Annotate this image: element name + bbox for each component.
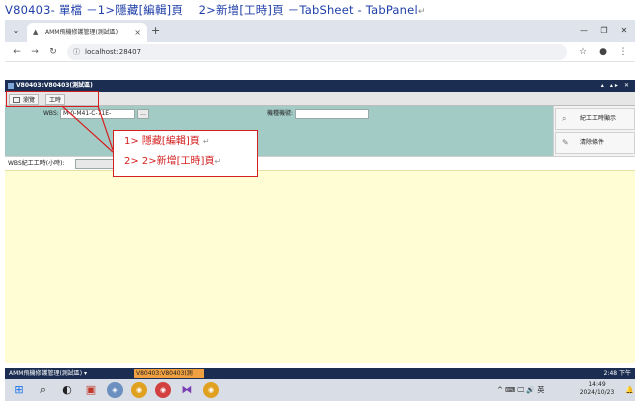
show-hours-button[interactable]: ⌕ 紀工工時顯示	[555, 108, 635, 130]
wbs-label: WBS:	[43, 110, 59, 117]
app-window-controls[interactable]: ▴ ▴▸ ✕	[601, 80, 631, 92]
eraser-icon: ✎	[562, 138, 569, 147]
browser-tab-strip: ⌄ ▲ AMM飛機修護管理(測試區) × + — ❐ ✕	[5, 20, 635, 42]
document-title-text: V80403- 單檔 －1>隱藏[編輯]頁 2>新增[工時]頁 －TabShee…	[5, 3, 418, 17]
browser-toolbar: ← → ↻ ⓘ localhost:28407 ☆ ● ⋮	[5, 42, 635, 62]
hours-summary-bar: WBS紀工工時(小時):	[5, 156, 635, 170]
callout-mark-1: ↵	[202, 137, 210, 146]
window-close-button[interactable]: ✕	[617, 24, 631, 38]
document-title: V80403- 單檔 －1>隱藏[編輯]頁 2>新增[工時]頁 －TabShee…	[5, 2, 635, 18]
taskbar-clock[interactable]: 14:49 2024/10/23	[575, 381, 619, 397]
aircraft-input[interactable]	[295, 109, 369, 119]
chrome-active-icon[interactable]: ◉	[203, 382, 219, 398]
new-tab-button[interactable]: +	[151, 24, 160, 38]
clock-time: 14:49	[588, 381, 606, 388]
app-window-title: V80403:V80403(測試區)	[16, 82, 93, 89]
callout-line-2-text: 2> 2>新增[工時]頁	[124, 156, 215, 167]
tool-app-icon[interactable]: ◈	[107, 382, 123, 398]
action-panel: ⌕ 紀工工時顯示 ✎ 清除條件	[553, 106, 635, 156]
aircraft-label: 機種機號:	[267, 110, 294, 117]
app-status-bar: AMM飛機修護管理(測試區) ▾ V80403:V80403(測 2:48 下午	[5, 368, 635, 379]
forward-arrow-icon[interactable]: →	[29, 45, 41, 59]
address-bar[interactable]: ⓘ localhost:28407	[67, 44, 567, 60]
tab-close-icon[interactable]: ×	[134, 23, 141, 42]
app-window-title-bar: V80403:V80403(測試區) ▴ ▴▸ ✕	[5, 80, 635, 92]
address-text: localhost:28407	[85, 48, 142, 56]
profile-icon[interactable]: ●	[597, 45, 609, 59]
reload-icon[interactable]: ↻	[47, 45, 59, 59]
window-maximize-button[interactable]: ❐	[597, 24, 611, 38]
notification-bell-icon[interactable]: 🔔	[625, 385, 634, 395]
visual-studio-icon[interactable]: ⧓	[179, 382, 195, 398]
search-icon[interactable]: ⌕	[35, 382, 51, 398]
browser-menu-icon[interactable]: ⋮	[617, 45, 629, 59]
callout-mark-2: ↵	[214, 157, 222, 166]
bookmark-star-icon[interactable]: ☆	[577, 45, 589, 59]
chrome-icon[interactable]: ◉	[131, 382, 147, 398]
clear-conditions-label: 清除條件	[580, 139, 605, 146]
wbs-hours-label: WBS紀工工時(小時):	[8, 160, 65, 167]
tabsheet: 瀏覽 工時	[5, 92, 635, 106]
site-info-icon[interactable]: ⓘ	[73, 44, 80, 60]
wbs-input[interactable]: M-0-M41-C-71E-	[60, 109, 135, 119]
app-start-menu[interactable]: AMM飛機修護管理(測試區) ▾	[9, 368, 87, 379]
store-icon[interactable]: ▣	[83, 382, 99, 398]
back-arrow-icon[interactable]: ←	[11, 45, 23, 59]
tab-highlight-box	[6, 91, 99, 107]
show-hours-label: 紀工工時顯示	[580, 115, 617, 122]
data-grid[interactable]	[5, 170, 635, 363]
favicon-icon: ▲	[33, 28, 39, 36]
app-window-icon	[8, 83, 14, 89]
callout-line-1: 1> 隱藏[編輯]頁 ↵	[124, 135, 210, 149]
status-time: 2:48 下午	[603, 370, 631, 377]
browser-tab[interactable]: ▲ AMM飛機修護管理(測試區) ×	[27, 23, 147, 42]
tab-search-dropdown-icon[interactable]: ⌄	[9, 24, 23, 38]
task-view-icon[interactable]: ◐	[59, 382, 75, 398]
clear-conditions-button[interactable]: ✎ 清除條件	[555, 132, 635, 154]
wbs-lookup-button[interactable]: ...	[137, 109, 149, 119]
app-icon[interactable]: ◉	[155, 382, 171, 398]
status-task-item[interactable]: V80403:V80403(測	[134, 369, 204, 378]
callout-line-2: 2> 2>新增[工時]頁↵	[124, 155, 221, 169]
search-icon: ⌕	[562, 114, 567, 123]
window-minimize-button[interactable]: —	[577, 24, 591, 38]
paragraph-mark: ↵	[417, 7, 426, 17]
browser-tab-title: AMM飛機修護管理(測試區)	[45, 29, 119, 36]
annotation-callout: 1> 隱藏[編輯]頁 ↵ 2> 2>新增[工時]頁↵	[113, 130, 258, 177]
windows-start-icon[interactable]: ⊞	[11, 382, 27, 398]
windows-taskbar: ⊞ ⌕ ◐ ▣ ◈ ◉ ◉ ⧓ ◉ ^ ⌨ 🖵 🔊 英 14:49 2024/1…	[5, 379, 635, 401]
callout-line-1-text: 1> 隱藏[編輯]頁	[124, 136, 200, 147]
system-tray[interactable]: ^ ⌨ 🖵 🔊 英	[497, 385, 544, 395]
query-form: WBS: M-0-M41-C-71E- ... 機種機號:	[5, 106, 553, 156]
clock-date: 2024/10/23	[579, 389, 615, 396]
